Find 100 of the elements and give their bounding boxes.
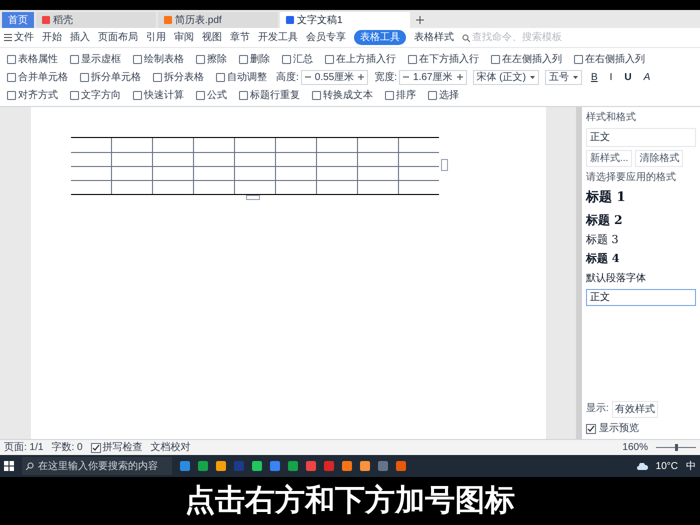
- spin-field[interactable]: 1.67厘米: [399, 70, 466, 84]
- menu-icon: [4, 34, 12, 41]
- weather-temperature: 10°C: [656, 460, 678, 474]
- add-row-button[interactable]: [246, 195, 260, 200]
- menu-tab[interactable]: 表格样式: [414, 30, 454, 45]
- spell-check-label[interactable]: 拼写检查: [102, 440, 143, 455]
- format-button[interactable]: A: [640, 69, 654, 85]
- pane-button[interactable]: 新样式...: [586, 150, 632, 167]
- ribbon-button[interactable]: 擦除: [193, 51, 230, 67]
- ribbon-button[interactable]: 快速计算: [130, 87, 187, 103]
- checkbox[interactable]: [90, 442, 101, 452]
- pane-button[interactable]: 清除格式: [635, 150, 684, 167]
- ribbon-button[interactable]: 在下方插入行: [405, 51, 482, 67]
- search-icon: [462, 34, 470, 42]
- tool-icon: [133, 54, 142, 64]
- format-button[interactable]: B: [588, 69, 601, 85]
- document-tab[interactable]: 文字文稿1: [280, 12, 410, 28]
- ribbon-button[interactable]: 拆分单元格: [77, 69, 144, 85]
- file-icon: [42, 16, 50, 24]
- menu-tab[interactable]: 开始: [42, 30, 62, 45]
- ribbon-button[interactable]: 绘制表格: [130, 51, 187, 67]
- ribbon-button[interactable]: 显示虚框: [67, 51, 124, 67]
- show-select[interactable]: 有效样式: [612, 401, 658, 418]
- tool-icon: [282, 54, 291, 64]
- add-tab-icon[interactable]: [416, 16, 424, 24]
- tool-icon: [325, 54, 334, 64]
- plus-icon[interactable]: [456, 74, 462, 80]
- format-button[interactable]: U: [621, 69, 635, 85]
- ribbon-button[interactable]: 排序: [382, 87, 419, 103]
- windows-start-icon[interactable]: [4, 461, 14, 471]
- menu-tab[interactable]: 表格工具: [354, 30, 406, 45]
- tool-icon: [491, 54, 500, 64]
- style-item[interactable]: 正文: [586, 288, 696, 306]
- ribbon-button[interactable]: 对齐方式: [4, 87, 61, 103]
- style-item[interactable]: 标题 2: [586, 210, 696, 228]
- ribbon-button[interactable]: 表格属性: [4, 51, 61, 67]
- taskbar-search-field[interactable]: 在这里输入你要搜索的内容: [22, 457, 172, 475]
- ribbon-button[interactable]: 在右侧插入列: [571, 51, 648, 67]
- pane-title: 样式和格式: [586, 110, 637, 125]
- tool-icon: [239, 90, 248, 100]
- minus-icon[interactable]: [304, 74, 311, 80]
- spin-field[interactable]: 0.55厘米: [300, 70, 368, 84]
- menu-tab[interactable]: 会员专享: [306, 30, 346, 45]
- tool-icon: [153, 72, 162, 82]
- tool-icon: [428, 90, 437, 100]
- style-item[interactable]: 默认段落字体: [586, 270, 696, 286]
- video-caption: 点击右方和下方加号图标: [185, 482, 515, 519]
- menu-tab[interactable]: 审阅: [174, 30, 194, 45]
- proofread-button[interactable]: 文档校对: [150, 440, 191, 455]
- ribbon-button[interactable]: 文字方向: [67, 87, 124, 103]
- menu-tab[interactable]: 章节: [230, 30, 250, 45]
- pane-prompt: 请选择要应用的格式: [586, 170, 677, 185]
- zoom-slider-thumb[interactable]: [674, 444, 678, 451]
- caret-icon: [530, 76, 535, 78]
- tool-icon: [196, 54, 205, 64]
- style-item[interactable]: 标题 1: [586, 188, 696, 208]
- document-tab[interactable]: 稻壳: [36, 12, 156, 28]
- ribbon-button[interactable]: 在左侧插入列: [488, 51, 565, 67]
- menu-tab[interactable]: 引用: [146, 30, 166, 45]
- tool-icon: [133, 90, 142, 100]
- menu-tab[interactable]: 页面布局: [98, 30, 138, 45]
- ribbon-button[interactable]: 汇总: [279, 51, 316, 67]
- current-style-field[interactable]: 正文: [586, 128, 696, 147]
- search-icon: [26, 462, 34, 470]
- ribbon-button[interactable]: 在上方插入行: [322, 51, 399, 67]
- checkbox-label: 显示预览: [599, 422, 639, 436]
- file-icon: [164, 16, 172, 24]
- file-icon: [286, 16, 294, 24]
- plus-icon[interactable]: [358, 74, 364, 80]
- ribbon-button[interactable]: 删除: [236, 51, 273, 67]
- caret-icon: [572, 76, 578, 78]
- style-item[interactable]: 标题 3: [586, 232, 696, 248]
- ribbon-button[interactable]: 标题行重复: [236, 87, 303, 103]
- ribbon-button[interactable]: 拆分表格: [150, 69, 207, 85]
- ribbon-button[interactable]: 转换成文本: [309, 87, 376, 103]
- format-button[interactable]: I: [606, 69, 616, 85]
- word-count: 字数: 0: [51, 440, 83, 455]
- field-label: 高度:: [276, 70, 299, 84]
- menu-tab[interactable]: 插入: [70, 30, 90, 45]
- add-column-button[interactable]: [440, 159, 448, 171]
- menu-tab[interactable]: 开发工具: [258, 30, 298, 45]
- zoom-level[interactable]: 160%: [622, 440, 648, 455]
- document-tab[interactable]: 首页: [2, 12, 34, 28]
- select-field[interactable]: 五号: [544, 70, 582, 84]
- input-method-indicator[interactable]: 中: [686, 458, 696, 474]
- file-menu[interactable]: 文件: [4, 30, 34, 45]
- select-field[interactable]: 宋体 (正文): [472, 70, 539, 84]
- document-tab[interactable]: 简历表.pdf: [158, 12, 278, 28]
- style-item[interactable]: 标题 4: [586, 251, 696, 268]
- command-search-field[interactable]: 查找命令、搜索模板: [462, 30, 572, 45]
- ribbon-button[interactable]: 自动调整: [213, 69, 270, 85]
- ribbon-button[interactable]: 合并单元格: [4, 69, 71, 85]
- tool-icon: [196, 90, 205, 100]
- field-label: 宽度:: [374, 70, 398, 84]
- checkbox[interactable]: [586, 424, 596, 434]
- menu-tab[interactable]: 视图: [202, 30, 222, 45]
- minus-icon[interactable]: [403, 74, 410, 80]
- ribbon-button[interactable]: 选择: [425, 87, 462, 103]
- ribbon-button[interactable]: 公式: [193, 87, 230, 103]
- tool-icon: [239, 54, 248, 64]
